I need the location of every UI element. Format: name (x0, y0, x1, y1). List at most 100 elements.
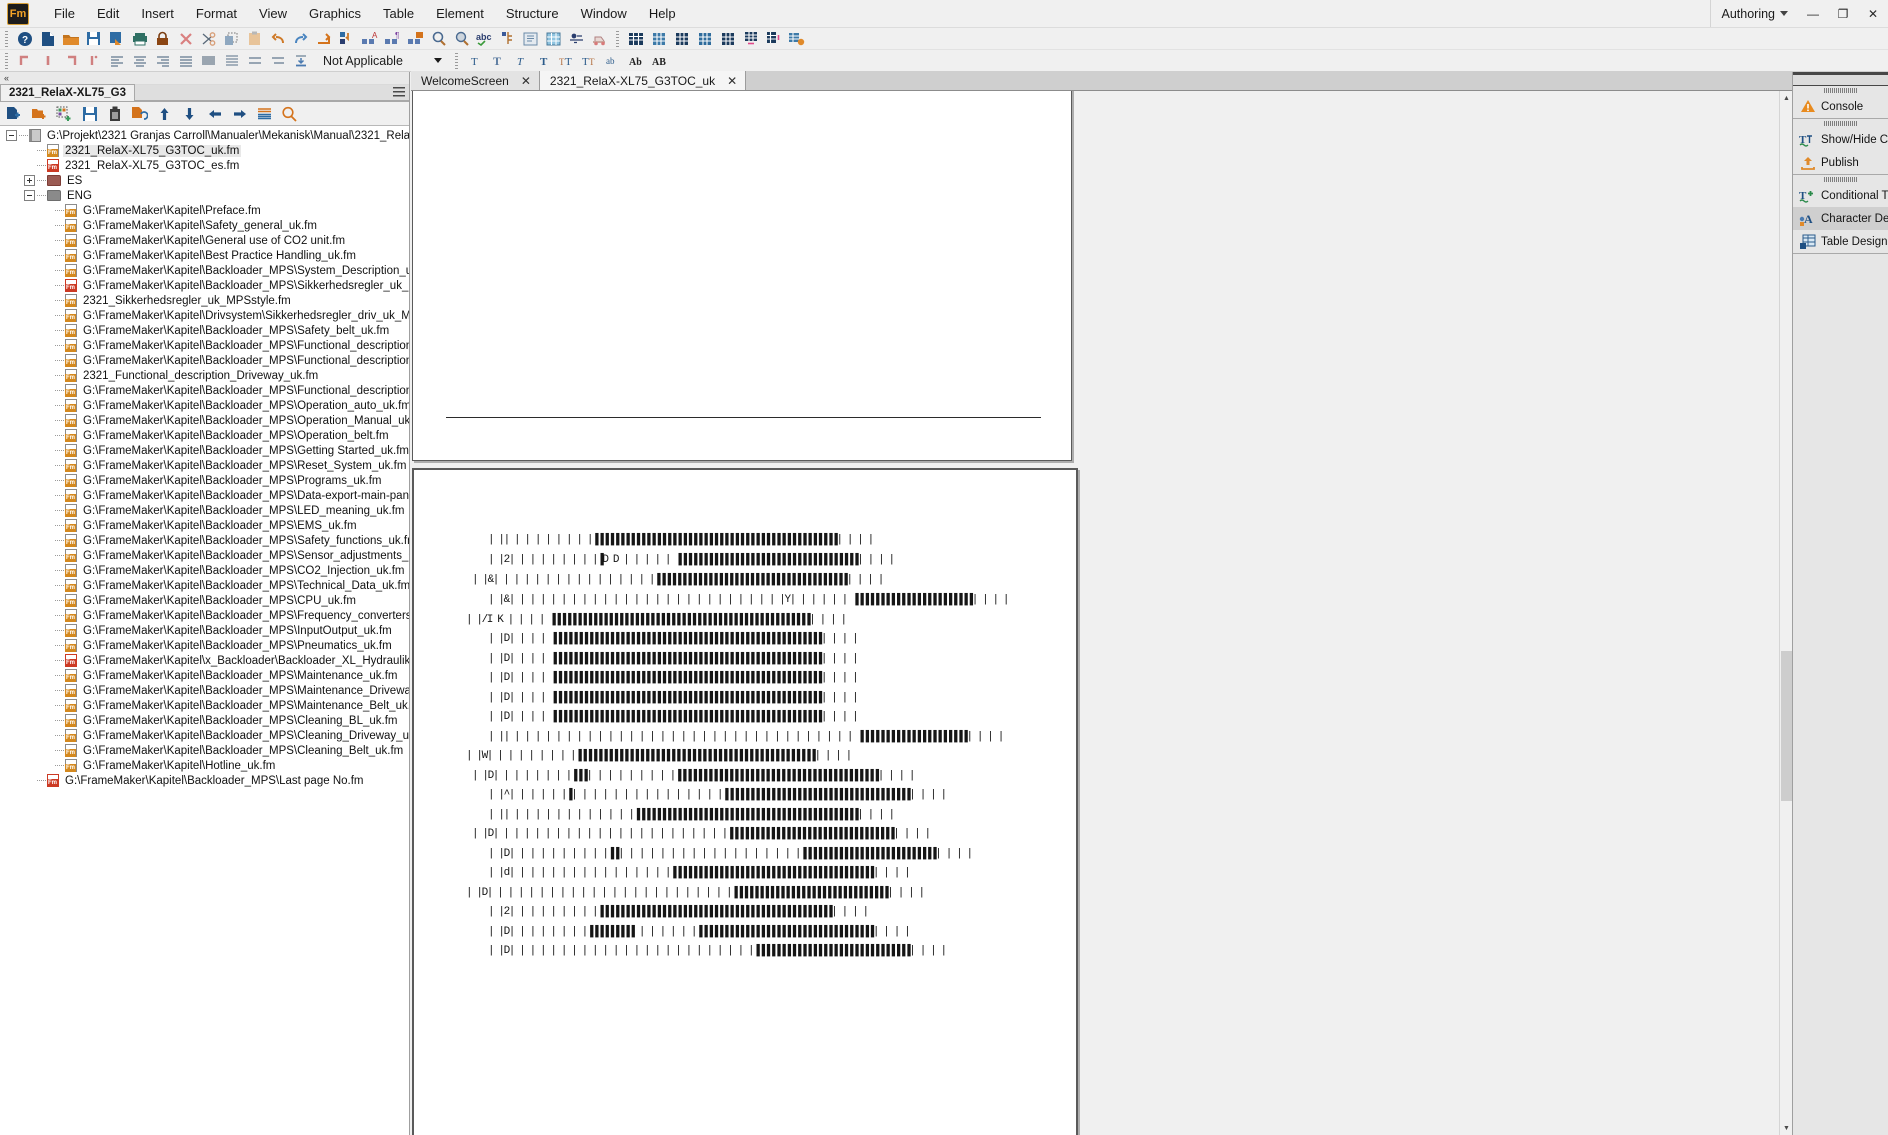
paragraph-tag-selector[interactable]: Not Applicable (318, 51, 446, 70)
tree-row[interactable]: G:\FrameMaker\Kapitel\Drivsystem\Sikkerh… (0, 308, 409, 323)
demote-right-icon[interactable] (227, 103, 252, 125)
indent-first-line-icon[interactable] (82, 51, 105, 71)
tree-row[interactable]: 2321_Functional_description_Driveway_uk.… (0, 368, 409, 383)
ab-lowercase-icon[interactable]: Ab (624, 51, 647, 71)
collapse-icon[interactable] (24, 190, 35, 201)
superscript-icon[interactable]: T (463, 51, 486, 71)
character-toolbar-grip[interactable] (453, 51, 461, 70)
dock-group-grip[interactable] (1793, 175, 1888, 184)
find-change-table-icon[interactable] (404, 29, 427, 49)
tree-row[interactable]: G:\FrameMaker\Kapitel\Backloader_MPS\Ope… (0, 428, 409, 443)
zoom-in-icon[interactable] (427, 29, 450, 49)
align-justify-icon[interactable] (174, 51, 197, 71)
menu-item-file[interactable]: File (43, 2, 86, 25)
table-row-above-icon[interactable] (647, 29, 670, 49)
table-delete-row-icon[interactable] (739, 29, 762, 49)
find-change-paragraph-icon[interactable]: ¶ (381, 29, 404, 49)
indent-right-icon[interactable] (59, 51, 82, 71)
new-document-icon[interactable] (36, 29, 59, 49)
tree-row[interactable]: G:\FrameMaker\Kapitel\Backloader_MPS\Inp… (0, 623, 409, 638)
tree-row[interactable]: G:\FrameMaker\Kapitel\Backloader_MPS\Las… (0, 773, 409, 788)
menu-item-help[interactable]: Help (638, 2, 687, 25)
move-up-icon[interactable] (152, 103, 177, 125)
tree-row[interactable]: G:\FrameMaker\Kapitel\Backloader_MPS\Fre… (0, 608, 409, 623)
tree-row[interactable]: G:\FrameMaker\Kapitel\Backloader_MPS\Sik… (0, 278, 409, 293)
menu-item-insert[interactable]: Insert (130, 2, 185, 25)
tree-row[interactable]: G:\FrameMaker\Kapitel\Backloader_MPS\Sys… (0, 263, 409, 278)
line-spacing-single-icon[interactable] (220, 51, 243, 71)
tree-row[interactable]: 2321_RelaX-XL75_G3TOC_es.fm (0, 158, 409, 173)
tree-row[interactable]: G:\FrameMaker\Kapitel\Safety_general_uk.… (0, 218, 409, 233)
minimize-button[interactable]: — (1798, 0, 1828, 27)
tree-row[interactable]: G:\FrameMaker\Kapitel\Backloader_MPS\LED… (0, 503, 409, 518)
framemaker-logo-icon[interactable]: Fm (7, 2, 29, 25)
tree-row[interactable]: G:\FrameMaker\Kapitel\Backloader_MPS\Cle… (0, 713, 409, 728)
tree-row[interactable]: G:\FrameMaker\Kapitel\Backloader_MPS\Saf… (0, 323, 409, 338)
tree-row[interactable]: G:\FrameMaker\Kapitel\Best Practice Hand… (0, 248, 409, 263)
search-icon[interactable] (277, 103, 302, 125)
insert-marker-icon[interactable] (496, 29, 519, 49)
spellcheck-abc-icon[interactable]: abc (473, 29, 496, 49)
line-spacing-double-icon[interactable] (243, 51, 266, 71)
graphics-icon[interactable] (588, 29, 611, 49)
lock-icon[interactable] (151, 29, 174, 49)
tree-row[interactable]: G:\FrameMaker\Kapitel\Backloader_MPS\Cle… (0, 743, 409, 758)
promote-left-icon[interactable] (202, 103, 227, 125)
zoom-out-icon[interactable] (450, 29, 473, 49)
add-folder-icon[interactable] (27, 103, 52, 125)
subscript-icon[interactable]: T (486, 51, 509, 71)
tree-row[interactable]: G:\FrameMaker\Kapitel\Backloader_MPS\Mai… (0, 698, 409, 713)
table-delete-column-icon[interactable] (762, 29, 785, 49)
document-vertical-scrollbar[interactable]: ▲ ▼ (1779, 91, 1793, 1135)
small-caps-icon[interactable]: TT (555, 51, 578, 71)
print-icon[interactable] (128, 29, 151, 49)
expand-icon[interactable] (24, 175, 35, 186)
cut-scissors-icon[interactable] (197, 29, 220, 49)
table-column-left-icon[interactable] (693, 29, 716, 49)
tree-row[interactable]: G:\FrameMaker\Kapitel\Backloader_MPS\Tec… (0, 578, 409, 593)
save-book-icon[interactable] (77, 103, 102, 125)
tree-row[interactable]: G:\FrameMaker\Kapitel\Backloader_MPS\CO2… (0, 563, 409, 578)
tree-row[interactable]: G:\FrameMaker\Kapitel\Backloader_MPS\Sen… (0, 548, 409, 563)
menu-item-view[interactable]: View (248, 2, 298, 25)
change-bars-icon[interactable]: TT (578, 51, 601, 71)
italic-T-icon[interactable]: T (509, 51, 532, 71)
menu-item-structure[interactable]: Structure (495, 2, 570, 25)
panel-menu-icon[interactable] (393, 87, 405, 99)
tree-row[interactable]: G:\FrameMaker\Kapitel\x_Backloader\Backl… (0, 653, 409, 668)
tree-row[interactable]: G:\FrameMaker\Kapitel\Backloader_MPS\Pne… (0, 638, 409, 653)
find-change-attribute-icon[interactable]: A (358, 29, 381, 49)
indent-left-icon[interactable] (36, 51, 59, 71)
menu-item-element[interactable]: Element (425, 2, 495, 25)
tree-row[interactable]: ENG (0, 188, 409, 203)
help-icon[interactable]: ? (13, 29, 36, 49)
formatting-toolbar-grip[interactable] (3, 51, 11, 70)
structure-view-icon[interactable] (335, 29, 358, 49)
close-icon[interactable]: ✕ (727, 74, 737, 88)
dock-item-show-hide-co[interactable]: T Show/Hide Co (1793, 128, 1888, 151)
tree-row[interactable]: G:\FrameMaker\Kapitel\Backloader_MPS\Mai… (0, 683, 409, 698)
dock-item-table-designe[interactable]: Table Designe (1793, 230, 1888, 253)
AB-uppercase-icon[interactable]: AB (647, 51, 670, 71)
update-book-icon[interactable] (127, 103, 152, 125)
tree-row[interactable]: G:\FrameMaker\Kapitel\General use of CO2… (0, 233, 409, 248)
move-down-icon[interactable] (177, 103, 202, 125)
align-left-icon[interactable] (105, 51, 128, 71)
dock-item-conditional-t[interactable]: T Conditional T (1793, 184, 1888, 207)
tree-row[interactable]: G:\FrameMaker\Kapitel\Backloader_MPS\Fun… (0, 383, 409, 398)
redo-icon[interactable] (289, 29, 312, 49)
document-page-1[interactable] (412, 91, 1072, 461)
collapse-icon[interactable] (6, 130, 17, 141)
add-group-icon[interactable] (52, 103, 77, 125)
save-as-icon[interactable] (105, 29, 128, 49)
book-list-icon[interactable] (252, 103, 277, 125)
close-button[interactable]: ✕ (1858, 0, 1888, 27)
text-frame-icon[interactable] (519, 29, 542, 49)
table-toolbar-grip[interactable] (614, 29, 622, 48)
redo-all-icon[interactable] (312, 29, 335, 49)
menu-item-format[interactable]: Format (185, 2, 248, 25)
tree-row[interactable]: 2321_Sikkerhedsregler_uk_MPSstyle.fm (0, 293, 409, 308)
tree-row[interactable]: G:\FrameMaker\Kapitel\Backloader_MPS\Mai… (0, 668, 409, 683)
add-file-icon[interactable] (2, 103, 27, 125)
undo-icon[interactable] (266, 29, 289, 49)
